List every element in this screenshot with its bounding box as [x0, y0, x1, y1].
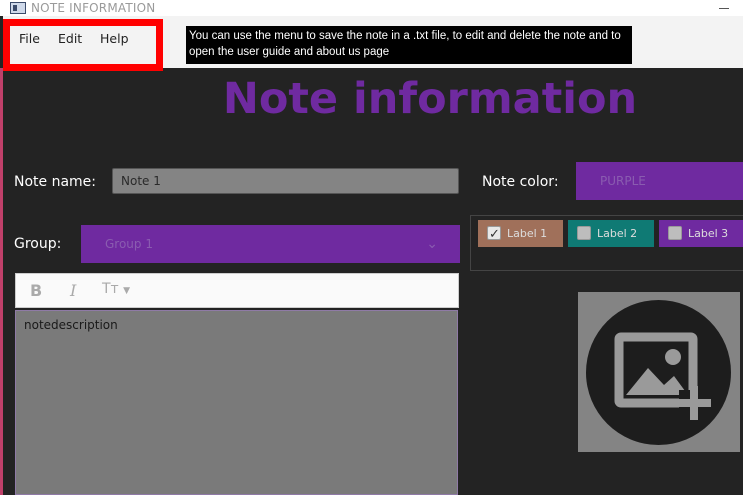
add-image-icon: [586, 300, 731, 445]
bold-button[interactable]: B: [30, 281, 42, 300]
text-size-icon: Tт: [102, 281, 119, 297]
chevron-down-icon: ⌄: [426, 236, 438, 252]
window-app-icon: [10, 2, 26, 14]
label-toggle-2[interactable]: Label 2: [568, 220, 654, 247]
add-image-graphic: [614, 332, 711, 420]
note-description-editor[interactable]: notedescription: [15, 310, 458, 495]
note-color-select[interactable]: PURPLE: [576, 162, 743, 200]
label-2-checkbox[interactable]: [577, 226, 591, 240]
caret-down-icon: ▼: [123, 286, 131, 296]
note-color-label: Note color:: [482, 174, 559, 190]
group-select-value: Group 1: [105, 237, 153, 251]
label-1-text: Label 1: [507, 227, 548, 240]
menu-callout: You can use the menu to save the note in…: [186, 26, 632, 64]
page-title: Note information: [222, 74, 638, 124]
menu-highlight-box: [3, 19, 163, 71]
label-3-checkbox[interactable]: [668, 226, 682, 240]
italic-button[interactable]: I: [70, 281, 76, 300]
image-placeholder[interactable]: [578, 292, 740, 452]
editor-toolbar: B I Tт ▼: [15, 273, 459, 308]
group-select[interactable]: Group 1 ⌄: [81, 225, 460, 263]
minimize-icon[interactable]: [717, 0, 731, 16]
labels-panel: Label 1 Label 2 Label 3: [470, 215, 743, 271]
label-2-text: Label 2: [597, 227, 638, 240]
label-toggle-1[interactable]: Label 1: [478, 220, 563, 248]
group-label: Group:: [14, 236, 62, 252]
label-toggle-3[interactable]: Label 3: [659, 220, 743, 247]
title-bar: NOTE INFORMATION: [0, 0, 743, 16]
edge-strip: [0, 68, 3, 495]
label-1-checkbox[interactable]: [487, 221, 501, 248]
note-name-label: Note name:: [14, 174, 97, 190]
text-size-button[interactable]: Tт ▼: [102, 281, 130, 297]
label-3-text: Label 3: [688, 227, 729, 240]
note-name-input[interactable]: Note 1: [112, 168, 459, 194]
window-title: NOTE INFORMATION: [31, 1, 156, 15]
note-information-window: NOTE INFORMATION File Edit Help You can …: [0, 0, 743, 495]
